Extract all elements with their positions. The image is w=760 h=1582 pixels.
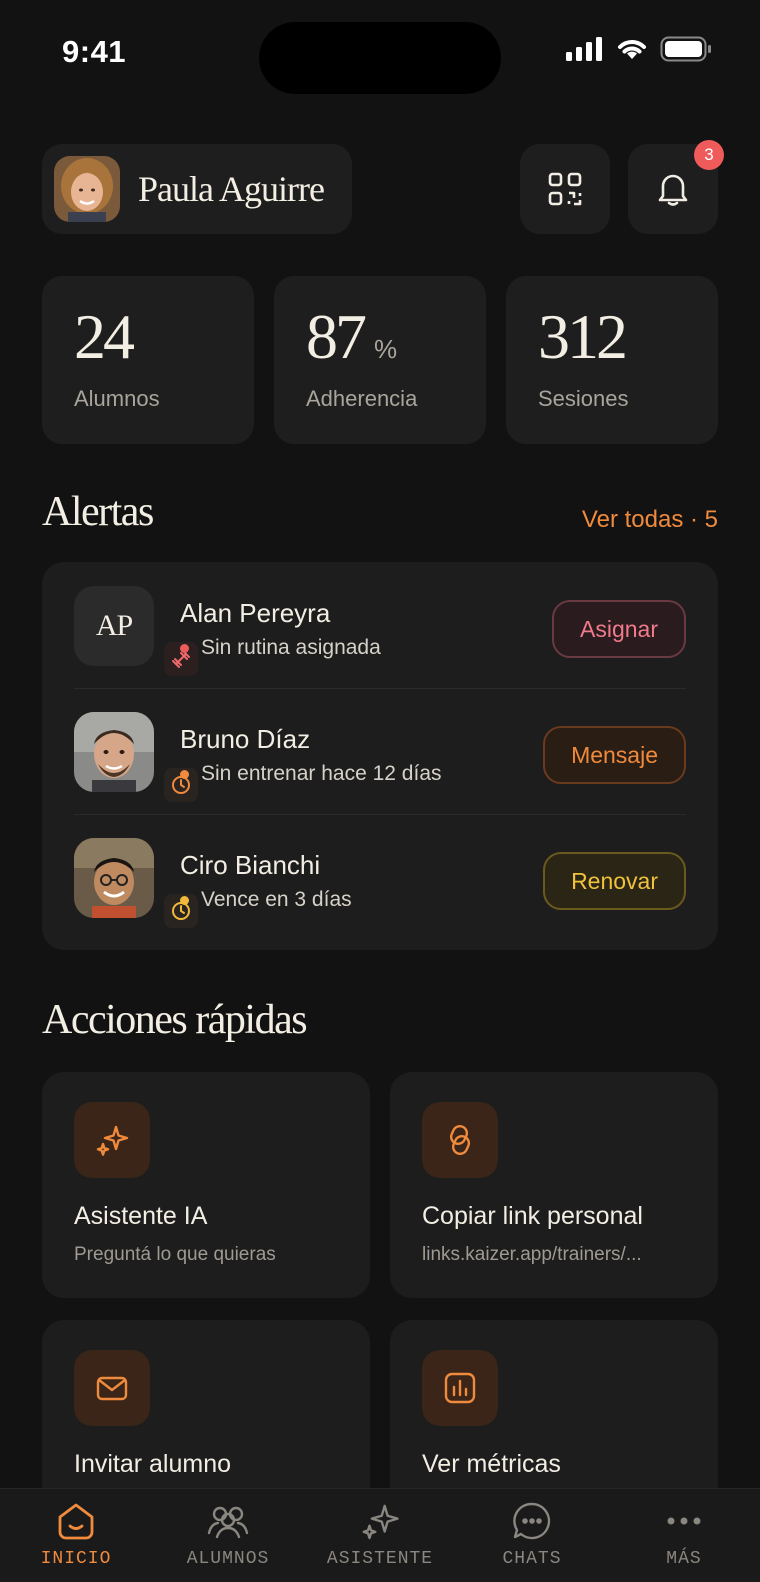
- alert-row[interactable]: Bruno Díaz Sin entrenar hace 12 días Men…: [42, 688, 718, 814]
- bar-chart-icon: [444, 1372, 476, 1404]
- tab-asistente[interactable]: ASISTENTE: [304, 1489, 456, 1582]
- avatar: AP: [74, 586, 154, 666]
- tab-label: MÁS: [666, 1549, 702, 1569]
- avatar: [74, 838, 154, 918]
- notification-badge: 3: [694, 140, 724, 170]
- qr-code-icon: [548, 172, 582, 206]
- qa-subtitle: links.kaizer.app/trainers/...: [422, 1244, 642, 1265]
- status-time: 9:41: [62, 34, 127, 69]
- avatar: [74, 712, 154, 792]
- sparkles-icon: [362, 1504, 399, 1540]
- notifications-button[interactable]: 3: [628, 140, 724, 234]
- quick-actions-title: Acciones rápidas: [42, 997, 308, 1043]
- stat-value: 312: [538, 301, 628, 372]
- status-dot: [180, 643, 189, 653]
- alert-name: Bruno Díaz: [180, 724, 311, 754]
- user-name: Paula Aguirre: [138, 169, 325, 209]
- cellular-signal-icon: [566, 37, 602, 61]
- quick-action-copy-link[interactable]: Copiar link personal links.kaizer.app/tr…: [390, 1072, 718, 1298]
- avatar: [54, 156, 120, 222]
- qa-title: Invitar alumno: [74, 1450, 232, 1478]
- stat-label: Alumnos: [74, 386, 160, 411]
- alert-name: Ciro Bianchi: [180, 850, 321, 880]
- link-icon: [449, 1124, 471, 1156]
- chat-bubble-icon: [513, 1502, 551, 1540]
- tab-label: INICIO: [40, 1549, 112, 1569]
- tab-inicio[interactable]: INICIO: [0, 1489, 152, 1582]
- status-dot: [180, 769, 189, 779]
- users-icon: [207, 1506, 249, 1539]
- profile-chip[interactable]: Paula Aguirre: [42, 144, 352, 234]
- mail-icon: [96, 1376, 128, 1401]
- stat-label: Sesiones: [538, 386, 629, 411]
- see-all-alerts-link[interactable]: Ver todas · 5: [582, 506, 718, 534]
- alert-status: Sin rutina asignada: [180, 636, 381, 660]
- alert-status: Sin entrenar hace 12 días: [180, 762, 442, 786]
- alert-name: Alan Pereyra: [180, 598, 331, 628]
- battery-icon: [660, 36, 711, 62]
- tab-mas[interactable]: MÁS: [608, 1489, 760, 1582]
- renew-button[interactable]: Renovar: [543, 852, 686, 910]
- alert-row[interactable]: AP Alan Pereyra Sin rutina asignada Asig…: [42, 562, 718, 688]
- sparkles-icon: [96, 1125, 129, 1156]
- tab-label: ASISTENTE: [326, 1549, 434, 1569]
- stat-card-sesiones[interactable]: 312 Sesiones: [506, 276, 718, 444]
- header: Paula Aguirre 3: [42, 140, 724, 234]
- stats-row: 24 Alumnos 87% Adherencia 312 Sesiones: [42, 276, 718, 444]
- status-icons: [566, 36, 712, 62]
- message-button[interactable]: Mensaje: [543, 726, 686, 784]
- alert-status: Vence en 3 días: [180, 888, 352, 912]
- tab-alumnos[interactable]: ALUMNOS: [152, 1489, 304, 1582]
- alerts-card: AP Alan Pereyra Sin rutina asignada Asig…: [42, 562, 718, 950]
- bell-icon: [658, 174, 688, 206]
- tab-label: CHATS: [502, 1549, 562, 1569]
- qr-button[interactable]: [520, 144, 610, 234]
- stat-label: Adherencia: [306, 386, 418, 411]
- tab-label: ALUMNOS: [186, 1549, 270, 1569]
- status-dot: [180, 895, 189, 905]
- assign-button[interactable]: Asignar: [552, 600, 686, 658]
- dynamic-island: [259, 22, 501, 94]
- avatar-initials: AP: [95, 609, 133, 642]
- stat-card-adherencia[interactable]: 87% Adherencia: [274, 276, 486, 444]
- tab-bar: INICIO ALUMNOS ASISTENTE CHATS MÁS: [0, 1488, 760, 1582]
- qa-icon-wrap: [422, 1102, 498, 1178]
- wifi-icon: [618, 40, 646, 59]
- alerts-title: Alertas: [42, 489, 154, 535]
- home-icon: [58, 1503, 94, 1540]
- stat-value: 24: [74, 301, 135, 372]
- qa-icon-wrap: [74, 1350, 150, 1426]
- qa-title: Ver métricas: [422, 1450, 561, 1478]
- qa-icon-wrap: [74, 1102, 150, 1178]
- more-dots-icon: [667, 1517, 701, 1525]
- quick-action-ai-assistant[interactable]: Asistente IA Preguntá lo que quieras: [42, 1072, 370, 1298]
- qa-icon-wrap: [422, 1350, 498, 1426]
- qa-subtitle: Preguntá lo que quieras: [74, 1244, 276, 1265]
- qa-title: Asistente IA: [74, 1202, 208, 1230]
- stat-card-alumnos[interactable]: 24 Alumnos: [42, 276, 254, 444]
- tab-chats[interactable]: CHATS: [456, 1489, 608, 1582]
- qa-title: Copiar link personal: [422, 1202, 643, 1230]
- status-bar: 9:41: [0, 0, 760, 100]
- stat-value: 87%: [306, 301, 398, 372]
- alert-row[interactable]: Ciro Bianchi Vence en 3 días Renovar: [42, 814, 718, 940]
